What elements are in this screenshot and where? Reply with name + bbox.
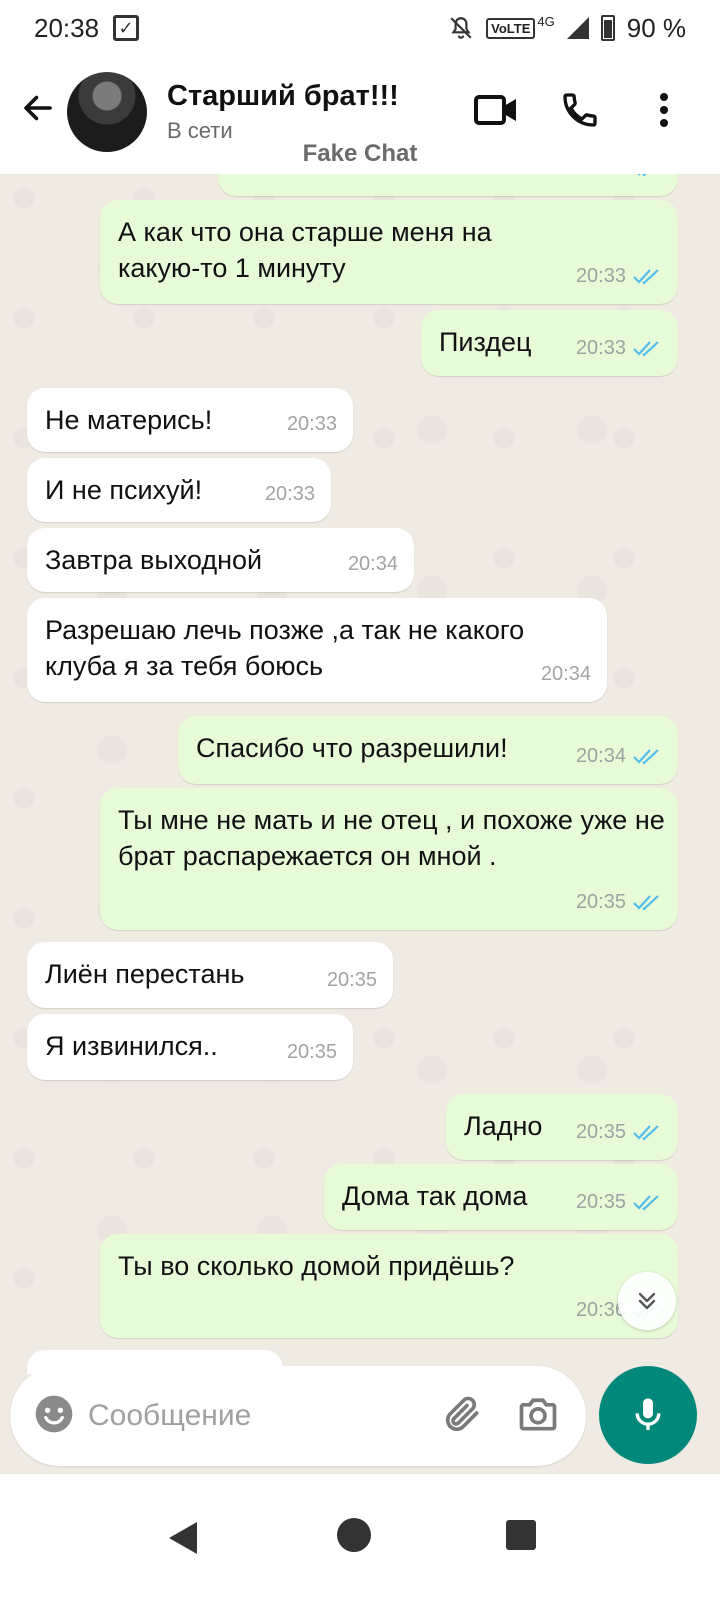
nav-recents-button[interactable] [506, 1520, 536, 1550]
message-time: 20:35 [286, 1041, 337, 1063]
message-text: Лиён перестань [45, 959, 245, 989]
message-time: 20:33 [576, 174, 626, 186]
double-chevron-down-icon [638, 1292, 656, 1310]
vertical-dots-icon [660, 93, 668, 127]
message-bubble-incoming[interactable]: Я извинился.. 20:35 [27, 1014, 353, 1080]
camera-button[interactable] [516, 1392, 562, 1438]
signal-icon [566, 17, 589, 39]
emoji-button[interactable] [32, 1392, 78, 1438]
volte-badge: VoLTE [486, 17, 536, 39]
double-check-icon [633, 895, 659, 911]
double-check-icon [633, 1125, 659, 1141]
double-check-icon [633, 749, 659, 765]
paperclip-icon [445, 1396, 479, 1431]
message-meta: 20:35 [287, 1034, 337, 1070]
message-list[interactable]: 20:33 А как что она старше меня на какую… [0, 174, 720, 1374]
arrow-left-icon [24, 95, 52, 121]
message-meta: 20:35 [576, 1114, 662, 1150]
video-call-button[interactable] [472, 86, 520, 134]
mute-bell-icon [450, 17, 472, 39]
message-meta: 20:35 [576, 884, 662, 920]
status-indicators: VoLTE 4G 90 % [448, 13, 686, 44]
message-time: 20:33 [264, 483, 315, 505]
camera-icon [519, 1398, 557, 1431]
message-time: 20:35 [575, 1191, 626, 1213]
network-type: 4G [537, 13, 555, 29]
message-bubble-outgoing[interactable]: А как что она старше меня на какую-то 1 … [100, 200, 678, 304]
phone-icon [563, 93, 597, 127]
message-bubble-incoming[interactable]: И не психуй! 20:33 [27, 458, 331, 522]
attach-button[interactable] [440, 1392, 486, 1438]
back-button[interactable] [10, 80, 66, 136]
message-composer [10, 1366, 586, 1466]
message-bubble-incoming[interactable]: Лиён перестань 20:35 [27, 942, 393, 1008]
checkbox-notification-icon: ✓ [113, 15, 140, 41]
message-bubble-outgoing[interactable]: Ладно 20:35 [446, 1094, 678, 1160]
message-bubble-incoming[interactable]: Не матерись! 20:33 [27, 388, 353, 452]
message-input[interactable] [88, 1392, 428, 1440]
smiley-icon [35, 1395, 73, 1433]
message-bubble-outgoing[interactable]: Ты во сколько домой придёшь? 20:36 [100, 1234, 678, 1338]
message-bubble-outgoing[interactable]: Ты мне не мать и не отец , и похоже уже … [100, 788, 678, 930]
message-meta: 20:33 [576, 258, 662, 294]
message-time: 20:35 [575, 891, 626, 913]
message-text: Ты мне не мать и не отец , и похоже уже … [118, 805, 665, 871]
message-bubble-outgoing[interactable]: 20:33 [218, 174, 678, 196]
message-bubble-incoming[interactable]: Разрешаю лечь позже ,а так не какого клу… [27, 598, 607, 702]
message-bubble-outgoing[interactable]: Пиздец 20:33 [421, 310, 678, 376]
nav-home-button[interactable] [337, 1518, 371, 1552]
message-meta: 20:35 [576, 1184, 662, 1220]
battery-icon [600, 15, 615, 41]
message-bubble-incoming[interactable]: Завтра выходной 20:34 [27, 528, 414, 592]
message-meta: 20:35 [327, 962, 377, 998]
message-meta: 20:33 [576, 174, 662, 186]
message-text: Ты во сколько домой придёшь? [118, 1251, 515, 1281]
message-text: Разрешаю лечь позже ,а так не какого клу… [45, 615, 525, 681]
watermark-text: Fake Chat [302, 140, 418, 167]
voice-call-button[interactable] [556, 86, 604, 134]
double-check-icon [633, 341, 659, 357]
double-check-icon [633, 269, 659, 285]
message-time: 20:33 [286, 413, 337, 435]
message-time: 20:33 [575, 337, 626, 359]
status-time: 20:38 [34, 12, 100, 43]
message-meta: 20:34 [348, 546, 398, 582]
message-time: 20:35 [326, 969, 377, 991]
message-text: Завтра выходной [45, 545, 263, 575]
message-meta: 20:34 [541, 656, 591, 692]
message-time: 20:34 [347, 553, 398, 575]
message-meta: 20:33 [576, 330, 662, 366]
system-navigation-bar [0, 1474, 720, 1600]
double-check-icon [637, 174, 647, 177]
voice-message-button[interactable] [599, 1366, 697, 1464]
message-meta: 20:33 [287, 406, 337, 442]
status-bar: 20:38 ✓ VoLTE 4G 90 % [0, 0, 720, 56]
battery-percent: 90 % [626, 12, 686, 43]
message-bubble-outgoing[interactable]: Дома так дома 20:35 [324, 1164, 678, 1230]
nav-back-icon[interactable] [165, 1520, 201, 1556]
scroll-to-bottom-button[interactable] [618, 1272, 676, 1330]
microphone-icon [635, 1398, 661, 1430]
contact-name[interactable]: Старший брат!!! [167, 80, 399, 113]
more-options-button[interactable] [644, 86, 684, 134]
message-time: 20:34 [540, 663, 591, 685]
message-meta: 20:33 [265, 476, 315, 512]
video-camera-icon [474, 95, 516, 125]
message-bubble-outgoing[interactable]: Спасибо что разрешили! 20:34 [178, 716, 678, 784]
message-time: 20:33 [575, 265, 626, 287]
message-meta: 20:34 [576, 738, 662, 774]
double-check-icon [633, 1195, 659, 1211]
message-time: 20:34 [575, 745, 626, 767]
message-text: А как что она старше меня на какую-то 1 … [118, 217, 492, 283]
message-time: 20:35 [575, 1121, 626, 1143]
chat-header: Старший брат!!! В сети Fake Chat [0, 56, 720, 174]
